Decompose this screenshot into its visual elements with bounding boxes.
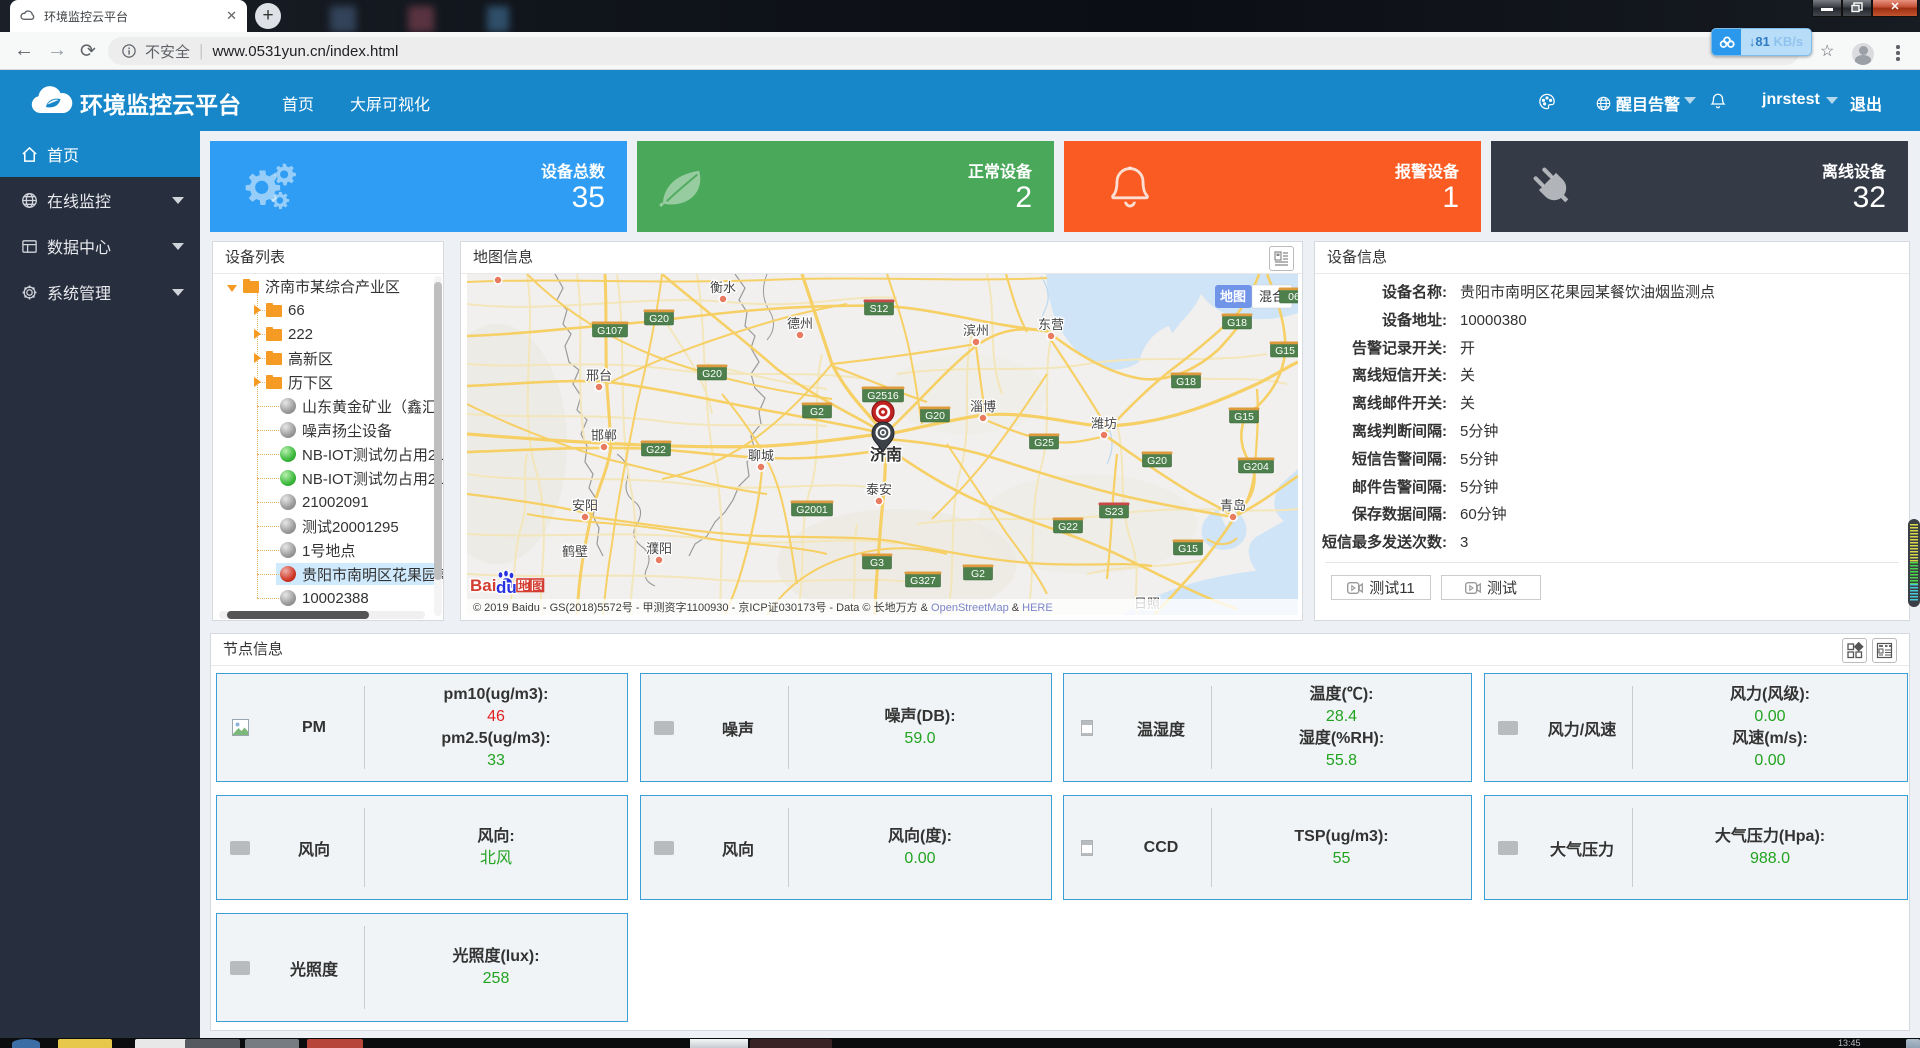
svg-text:鹤壁: 鹤壁 <box>562 544 588 559</box>
svg-text:G20: G20 <box>1147 455 1167 467</box>
svg-text:潍坊: 潍坊 <box>1091 416 1117 431</box>
svg-text:06: 06 <box>1288 291 1298 303</box>
svg-text:G15: G15 <box>1234 411 1254 423</box>
svg-text:滨州: 滨州 <box>963 323 989 338</box>
svg-text:© 2019 Baidu - GS(2018)5572号 -: © 2019 Baidu - GS(2018)5572号 - 甲测资字11009… <box>473 600 1053 614</box>
svg-text:邯郸: 邯郸 <box>591 428 617 443</box>
svg-text:G204: G204 <box>1243 461 1269 473</box>
svg-text:淄博: 淄博 <box>970 399 996 414</box>
svg-text:地: 地 <box>518 579 530 593</box>
svg-text:Bai: Bai <box>470 576 496 595</box>
svg-text:邢台: 邢台 <box>586 368 612 383</box>
svg-text:G20: G20 <box>702 368 722 380</box>
svg-text:G107: G107 <box>597 325 623 337</box>
svg-text:安阳: 安阳 <box>572 498 598 513</box>
svg-text:青岛: 青岛 <box>1220 498 1246 513</box>
svg-text:G25: G25 <box>1034 437 1054 449</box>
svg-text:G20: G20 <box>649 313 669 325</box>
svg-text:G2: G2 <box>810 406 824 418</box>
svg-text:G327: G327 <box>910 575 936 587</box>
svg-text:G3: G3 <box>870 557 884 569</box>
svg-text:衡水: 衡水 <box>710 280 736 295</box>
svg-text:G20: G20 <box>925 410 945 422</box>
svg-text:G22: G22 <box>646 444 666 456</box>
svg-text:G18: G18 <box>1227 317 1247 329</box>
svg-text:地图: 地图 <box>1220 289 1246 304</box>
svg-text:G22: G22 <box>1058 521 1078 533</box>
svg-text:东营: 东营 <box>1038 317 1064 332</box>
svg-text:du: du <box>496 578 517 597</box>
svg-text:G2: G2 <box>971 568 985 580</box>
svg-text:G18: G18 <box>1176 376 1196 388</box>
svg-text:G15: G15 <box>1275 345 1295 357</box>
svg-text:聊城: 聊城 <box>748 448 774 463</box>
svg-text:泰安: 泰安 <box>866 482 892 497</box>
svg-text:图: 图 <box>532 579 544 593</box>
svg-text:S12: S12 <box>870 303 889 315</box>
svg-text:S23: S23 <box>1105 506 1124 518</box>
svg-text:濮阳: 濮阳 <box>646 541 672 556</box>
svg-text:G2516: G2516 <box>867 390 899 402</box>
svg-text:G2001: G2001 <box>796 504 828 516</box>
svg-text:德州: 德州 <box>787 316 813 331</box>
svg-text:G15: G15 <box>1178 543 1198 555</box>
